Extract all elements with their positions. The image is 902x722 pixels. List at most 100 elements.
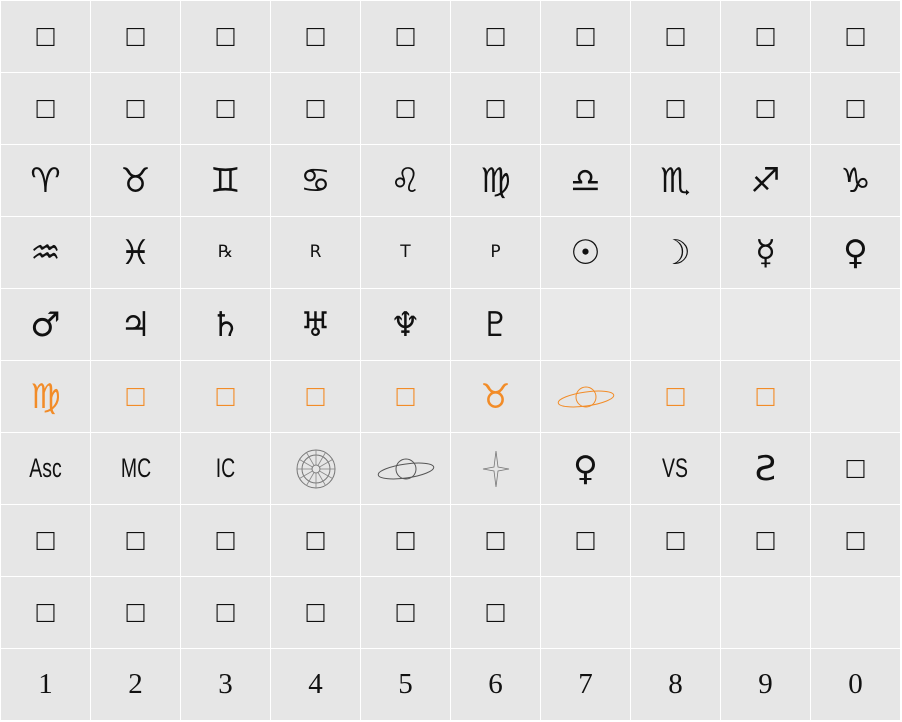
digit-glyph: 4 xyxy=(308,668,323,700)
sun-icon: ☉ xyxy=(570,232,601,273)
glyph-cell: ♇ xyxy=(451,289,540,360)
missing-glyph: □ xyxy=(756,522,775,558)
retrograde: ℞ xyxy=(217,242,234,262)
glyph-cell: ♀ xyxy=(811,217,900,288)
glyph-cell: □ xyxy=(1,73,90,144)
missing-glyph: □ xyxy=(306,18,325,54)
digit-glyph: 5 xyxy=(398,668,413,700)
neptune-icon: ♆ xyxy=(390,304,421,345)
wheel-graphic xyxy=(296,449,335,488)
missing-glyph: □ xyxy=(756,378,775,414)
glyph-cell: □ xyxy=(271,577,360,648)
glyph-cell xyxy=(541,289,630,360)
glyph-cell: ♐ xyxy=(721,145,810,216)
vs-mark: VS xyxy=(662,453,689,483)
missing-glyph: □ xyxy=(306,594,325,630)
venus-icon: ♀ xyxy=(843,232,868,273)
digit-glyph: 3 xyxy=(218,668,233,700)
ascendant: Asc xyxy=(29,453,62,483)
glyph-grid: □ □ □ □ □ □ □ □ □ □ □ □ □ □ □ □ □ □ □ □ ♈ ♉ ♊ ♋ ♌ ♍ ♎ ♏ ♐ ♑ ♒ ♓ ℞ R T P ☉ ☽ ☿ ♀… xyxy=(1,1,900,720)
glyph-cell: 7 xyxy=(541,649,630,720)
glyph-cell: IC xyxy=(181,433,270,504)
glyph-cell: ♓ xyxy=(91,217,180,288)
missing-glyph: □ xyxy=(576,522,595,558)
glyph-cell: ♋ xyxy=(271,145,360,216)
glyph-cell: □ xyxy=(91,73,180,144)
glyph-cell: □ xyxy=(361,361,450,432)
glyph-cell: □ xyxy=(1,505,90,576)
glyph-cell: ♆ xyxy=(361,289,450,360)
glyph-cell: 3 xyxy=(181,649,270,720)
saturn-icon: ♄ xyxy=(210,304,241,345)
missing-glyph: □ xyxy=(756,18,775,54)
glyph-cell xyxy=(721,577,810,648)
glyph-cell: □ xyxy=(91,1,180,72)
glyph-cell xyxy=(811,361,900,432)
sagittarius-icon: ♐ xyxy=(750,160,781,201)
glyph-cell: MC xyxy=(91,433,180,504)
glyph-cell: □ xyxy=(721,73,810,144)
glyph-cell: □ xyxy=(1,1,90,72)
missing-glyph: □ xyxy=(396,378,415,414)
glyph-cell: □ xyxy=(451,577,540,648)
glyph-cell xyxy=(271,433,360,504)
digit-glyph: 7 xyxy=(578,668,593,700)
glyph-cell: ℞ xyxy=(181,217,270,288)
glyph-cell xyxy=(541,361,630,432)
missing-glyph: □ xyxy=(666,378,685,414)
pluto-icon: ♇ xyxy=(480,304,511,345)
digit-glyph: 8 xyxy=(668,668,683,700)
planet-ring-graphic xyxy=(557,386,614,407)
missing-glyph: □ xyxy=(486,18,505,54)
glyph-cell: □ xyxy=(361,577,450,648)
glyph-cell: □ xyxy=(631,361,720,432)
missing-glyph: □ xyxy=(126,522,145,558)
digit-glyph: 1 xyxy=(38,668,53,700)
t-letter: T xyxy=(400,242,411,262)
glyph-cell: P xyxy=(451,217,540,288)
missing-glyph: □ xyxy=(486,522,505,558)
glyph-cell: □ xyxy=(811,433,900,504)
midheaven: MC xyxy=(120,453,151,483)
glyph-cell: □ xyxy=(1,577,90,648)
missing-glyph: □ xyxy=(306,522,325,558)
aries-icon: ♈ xyxy=(30,160,61,201)
glyph-cell: □ xyxy=(91,361,180,432)
glyph-cell: 9 xyxy=(721,649,810,720)
glyph-cell: ♊ xyxy=(181,145,270,216)
pisces-icon: ♓ xyxy=(120,232,151,273)
glyph-cell: □ xyxy=(451,73,540,144)
glyph-cell: 8 xyxy=(631,649,720,720)
missing-glyph: □ xyxy=(666,18,685,54)
glyph-cell: ♏ xyxy=(631,145,720,216)
glyph-cell: 6 xyxy=(451,649,540,720)
missing-glyph: □ xyxy=(396,18,415,54)
missing-glyph: □ xyxy=(36,90,55,126)
glyph-cell: ♉ xyxy=(451,361,540,432)
missing-glyph: □ xyxy=(666,90,685,126)
missing-glyph: □ xyxy=(846,18,865,54)
glyph-cell: ♒ xyxy=(1,217,90,288)
missing-glyph: □ xyxy=(36,594,55,630)
glyph-cell: VS xyxy=(631,433,720,504)
glyph-cell: □ xyxy=(91,577,180,648)
capricorn-icon: ♑ xyxy=(840,160,871,201)
missing-glyph: □ xyxy=(396,594,415,630)
glyph-cell: □ xyxy=(361,73,450,144)
star-graphic xyxy=(482,450,509,487)
missing-glyph: □ xyxy=(486,594,505,630)
glyph-cell: ☽ xyxy=(631,217,720,288)
missing-glyph: □ xyxy=(846,90,865,126)
glyph-cell: □ xyxy=(631,73,720,144)
missing-glyph: □ xyxy=(216,90,235,126)
missing-glyph: □ xyxy=(216,522,235,558)
glyph-cell: ♂ xyxy=(1,289,90,360)
glyph-cell: □ xyxy=(451,505,540,576)
glyph-cell: 4 xyxy=(271,649,360,720)
glyph-cell xyxy=(811,289,900,360)
glyph-cell: □ xyxy=(181,1,270,72)
glyph-cell: □ xyxy=(631,505,720,576)
missing-glyph: □ xyxy=(576,18,595,54)
r-letter: R xyxy=(309,242,322,262)
glyph-cell: □ xyxy=(181,73,270,144)
